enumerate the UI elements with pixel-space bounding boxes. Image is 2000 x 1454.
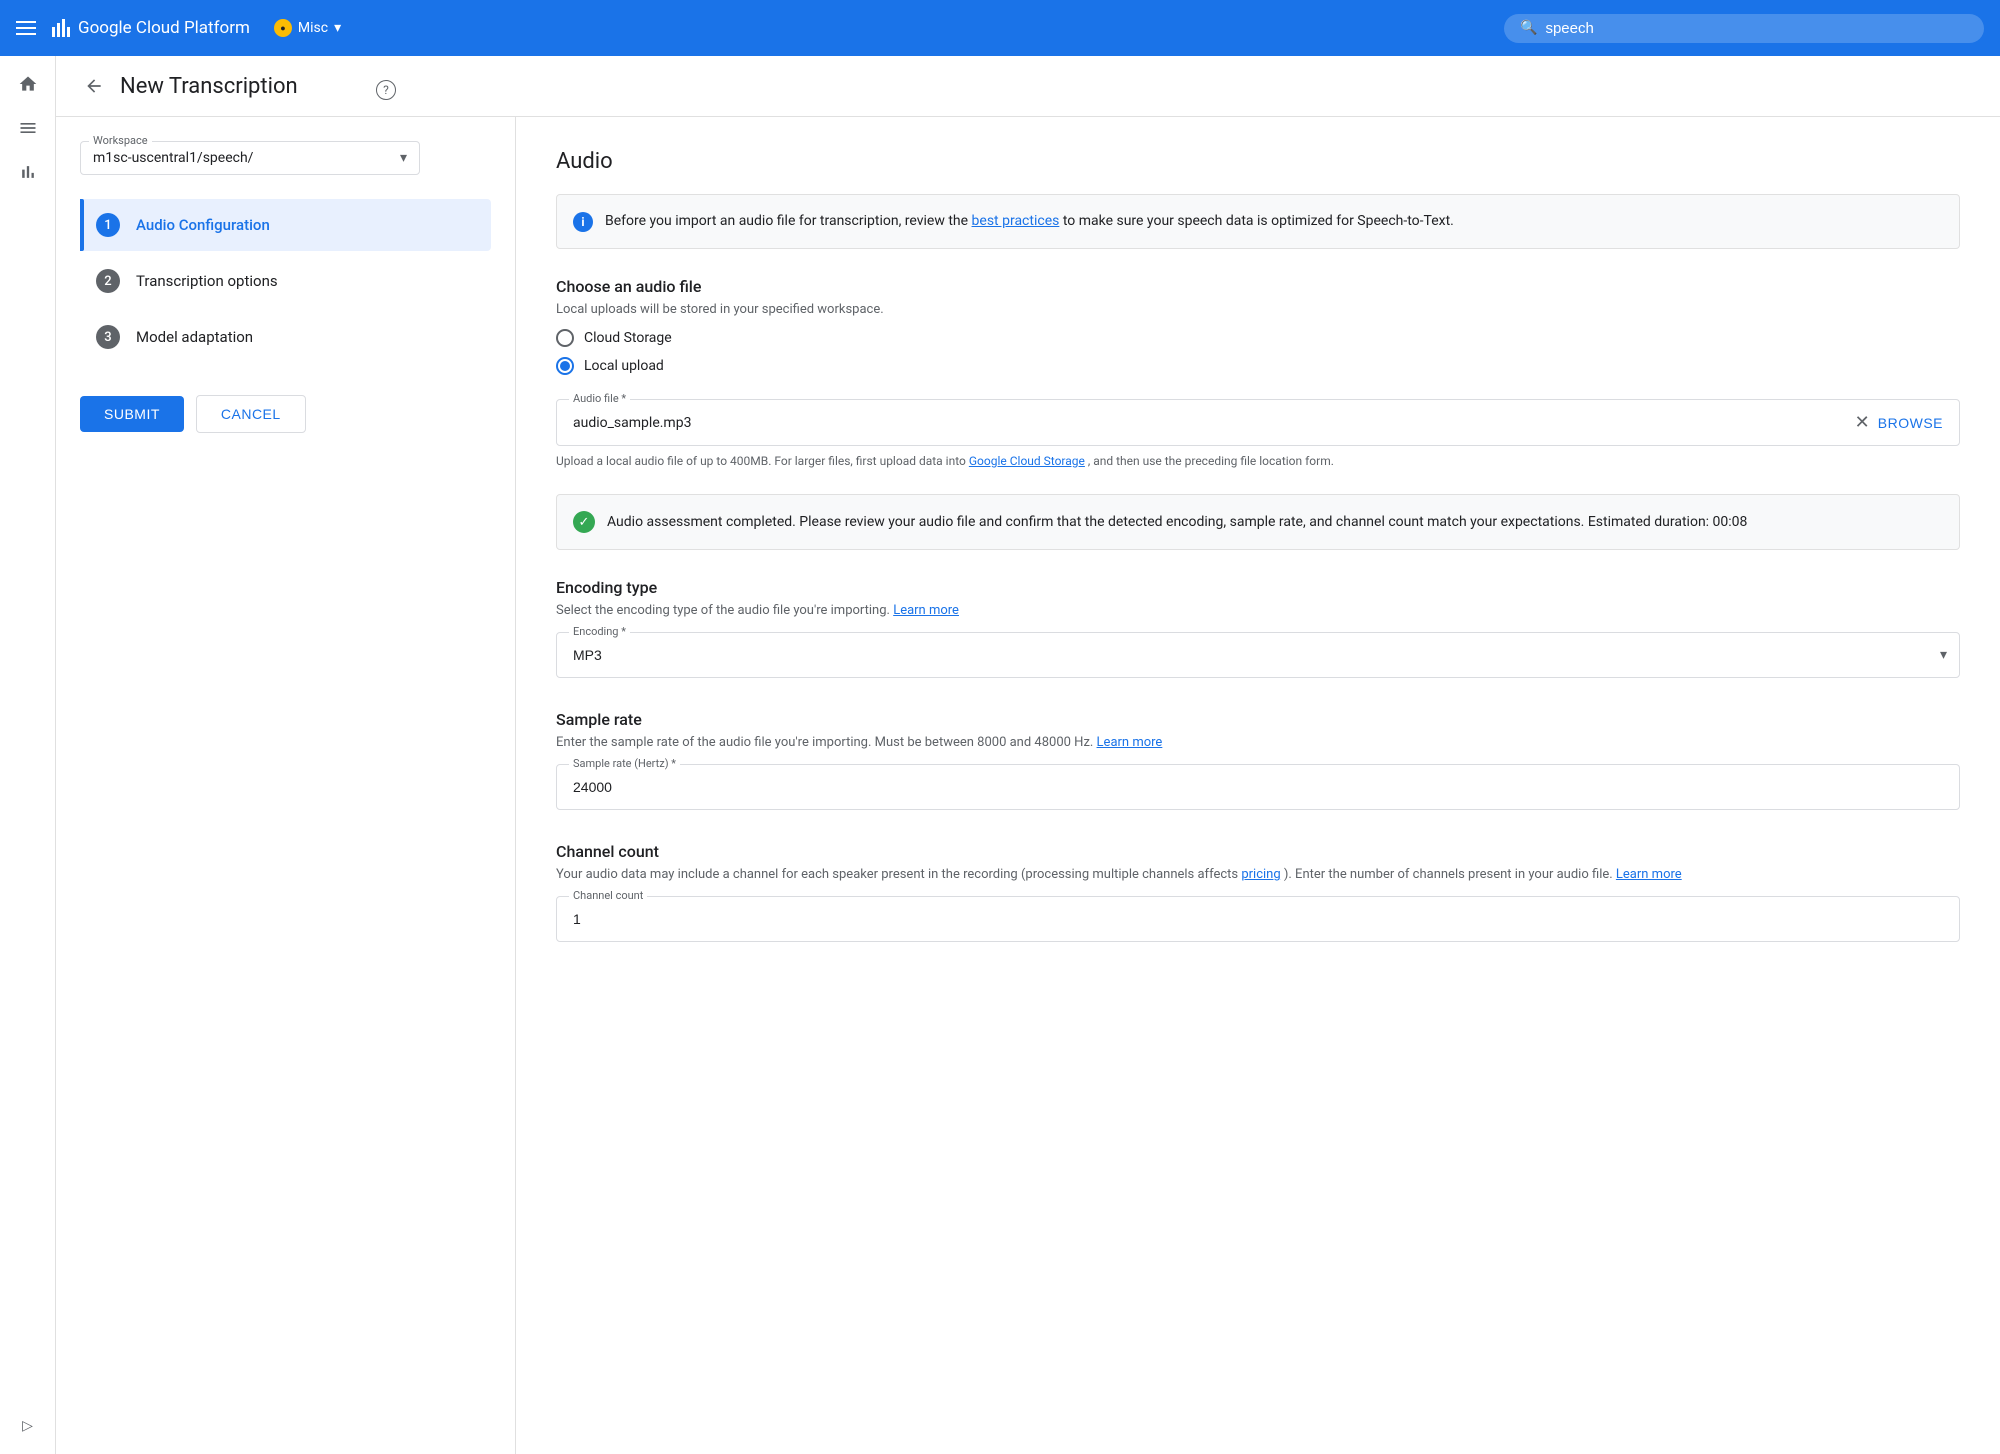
sample-rate-desc-text: Enter the sample rate of the audio file … (556, 735, 1097, 750)
sidebar-expand-icon[interactable]: ▷ (8, 1406, 48, 1446)
audio-file-label: Audio file * (569, 392, 630, 405)
google-cloud-storage-link[interactable]: Google Cloud Storage (969, 454, 1085, 468)
sidebar-home-icon[interactable] (8, 64, 48, 104)
best-practices-link[interactable]: best practices (972, 213, 1060, 229)
step-label-2: Transcription options (136, 272, 278, 290)
choose-audio-title: Choose an audio file (556, 277, 1960, 296)
step-item-audio-config[interactable]: 1 Audio Configuration (80, 199, 491, 251)
sample-rate-section: Sample rate Enter the sample rate of the… (556, 710, 1960, 810)
workspace-help-icon[interactable]: ? (376, 80, 396, 100)
encoding-select[interactable]: MP3 LINEAR16 FLAC MULAW (557, 633, 1959, 677)
sample-rate-learn-more-link[interactable]: Learn more (1097, 735, 1163, 750)
workspace-value: m1sc-uscentral1/speech/ (93, 150, 392, 166)
sidebar-list-icon[interactable] (8, 108, 48, 148)
cloud-storage-radio-circle (556, 329, 574, 347)
encoding-select-wrapper: Encoding * MP3 LINEAR16 FLAC MULAW ▾ (556, 632, 1960, 678)
step-label-1: Audio Configuration (136, 216, 270, 234)
channel-count-title: Channel count (556, 842, 1960, 861)
info-icon: i (573, 212, 593, 232)
sample-rate-title: Sample rate (556, 710, 1960, 729)
right-panel: Audio i Before you import an audio file … (516, 117, 2000, 1451)
sample-rate-input[interactable] (557, 765, 1959, 809)
submit-button[interactable]: SUBMIT (80, 396, 184, 432)
sample-rate-desc: Enter the sample rate of the audio file … (556, 735, 1960, 750)
hamburger-menu[interactable] (16, 21, 36, 35)
project-icon: ● (274, 19, 292, 37)
success-banner: ✓ Audio assessment completed. Please rev… (556, 494, 1960, 550)
audio-file-section: Audio file * audio_sample.mp3 ✕ BROWSE U… (556, 399, 1960, 470)
local-upload-radio[interactable]: Local upload (556, 357, 1960, 375)
project-dropdown-icon: ▾ (334, 20, 341, 36)
search-input[interactable] (1545, 20, 1968, 37)
info-banner-text: Before you import an audio file for tran… (605, 211, 1454, 232)
step-item-model[interactable]: 3 Model adaptation (80, 311, 491, 363)
encoding-title: Encoding type (556, 578, 1960, 597)
local-upload-radio-circle (556, 357, 574, 375)
audio-file-value: audio_sample.mp3 (573, 415, 1847, 431)
audio-hint-after: , and then use the preceding file locati… (1085, 454, 1334, 468)
local-upload-label: Local upload (584, 358, 664, 374)
encoding-learn-more-link[interactable]: Learn more (893, 603, 959, 618)
channel-count-section: Channel count Your audio data may includ… (556, 842, 1960, 942)
workspace-selector[interactable]: Workspace m1sc-uscentral1/speech/ ▾ (80, 141, 420, 175)
step-item-transcription[interactable]: 2 Transcription options (80, 255, 491, 307)
main-layout: New Transcription Workspace m1sc-uscentr… (56, 56, 2000, 1454)
audio-hint-before: Upload a local audio file of up to 400MB… (556, 454, 969, 468)
info-banner: i Before you import an audio file for tr… (556, 194, 1960, 249)
audio-section-title: Audio (556, 149, 1960, 174)
encoding-field-label: Encoding * (569, 625, 630, 638)
channel-count-field-label: Channel count (569, 889, 647, 902)
back-button[interactable] (80, 72, 108, 100)
search-icon: 🔍 (1520, 20, 1537, 36)
choose-audio-section: Choose an audio file Local uploads will … (556, 277, 1960, 375)
sidebar: ▷ (0, 56, 56, 1454)
app-logo: Google Cloud Platform (52, 18, 250, 38)
browse-button[interactable]: BROWSE (1878, 415, 1943, 431)
info-text-after: to make sure your speech data is optimiz… (1059, 213, 1454, 229)
audio-file-hint: Upload a local audio file of up to 400MB… (556, 452, 1960, 470)
step-number-2: 2 (96, 269, 120, 293)
channel-desc-before: Your audio data may include a channel fo… (556, 867, 1241, 882)
step-label-3: Model adaptation (136, 328, 253, 346)
steps-list: 1 Audio Configuration 2 Transcription op… (80, 199, 491, 363)
project-selector[interactable]: ● Misc ▾ (274, 19, 341, 37)
channel-desc-middle: ). Enter the number of channels present … (1281, 867, 1616, 882)
audio-file-clear-icon[interactable]: ✕ (1847, 412, 1878, 433)
step-number-1: 1 (96, 213, 120, 237)
channel-learn-more-link[interactable]: Learn more (1616, 867, 1682, 882)
sidebar-chart-icon[interactable] (8, 152, 48, 192)
workspace-label: Workspace (89, 134, 152, 147)
info-text-before: Before you import an audio file for tran… (605, 213, 972, 229)
channel-count-input[interactable] (557, 897, 1959, 941)
left-panel: Workspace m1sc-uscentral1/speech/ ▾ ? 1 … (56, 117, 516, 1454)
workspace-dropdown-icon[interactable]: ▾ (400, 150, 407, 166)
channel-count-input-wrapper: Channel count (556, 896, 1960, 942)
channel-count-desc: Your audio data may include a channel fo… (556, 867, 1960, 882)
search-bar[interactable]: 🔍 (1504, 14, 1984, 43)
step-number-3: 3 (96, 325, 120, 349)
audio-file-field: Audio file * audio_sample.mp3 ✕ BROWSE (556, 399, 1960, 446)
sub-header: New Transcription (56, 56, 2000, 117)
action-buttons: SUBMIT CANCEL (80, 395, 491, 433)
cloud-storage-label: Cloud Storage (584, 330, 672, 346)
sample-rate-input-wrapper: Sample rate (Hertz) * (556, 764, 1960, 810)
page-title: New Transcription (120, 74, 298, 99)
sample-rate-field-label: Sample rate (Hertz) * (569, 757, 680, 770)
project-name: Misc (298, 20, 328, 36)
audio-source-radio-group: Cloud Storage Local upload (556, 329, 1960, 375)
success-text: Audio assessment completed. Please revie… (607, 511, 1747, 533)
success-icon: ✓ (573, 511, 595, 533)
choose-audio-desc: Local uploads will be stored in your spe… (556, 302, 1960, 317)
content-wrapper: New Transcription Workspace m1sc-uscentr… (56, 56, 2000, 1454)
content-body: Workspace m1sc-uscentral1/speech/ ▾ ? 1 … (56, 117, 2000, 1454)
top-navigation: Google Cloud Platform ● Misc ▾ 🔍 (0, 0, 2000, 56)
logo-text: Google Cloud Platform (78, 18, 250, 38)
encoding-desc: Select the encoding type of the audio fi… (556, 603, 1960, 618)
cancel-button[interactable]: CANCEL (196, 395, 306, 433)
encoding-desc-text: Select the encoding type of the audio fi… (556, 603, 893, 618)
cloud-storage-radio[interactable]: Cloud Storage (556, 329, 1960, 347)
pricing-link[interactable]: pricing (1241, 867, 1280, 882)
logo-icon (52, 19, 70, 37)
encoding-section: Encoding type Select the encoding type o… (556, 578, 1960, 678)
